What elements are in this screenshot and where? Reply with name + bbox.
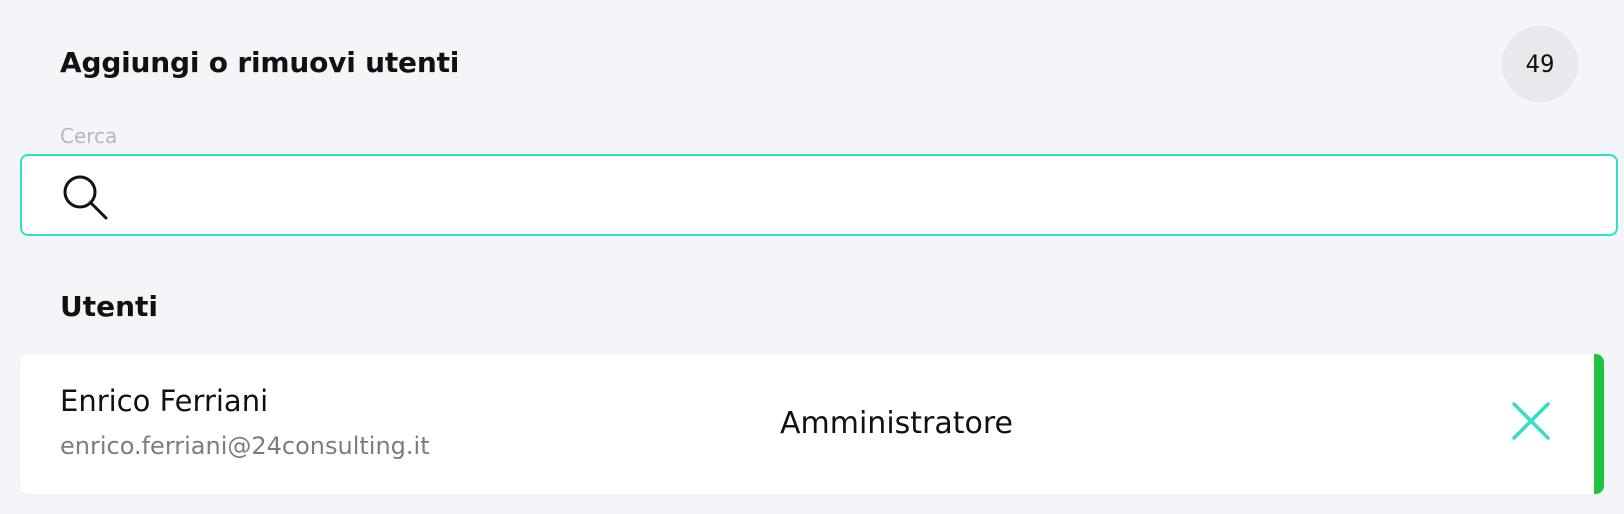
close-icon <box>1508 402 1554 448</box>
search-icon <box>60 172 112 224</box>
search-field[interactable] <box>20 154 1618 236</box>
user-count-badge: 49 <box>1502 26 1578 102</box>
user-list-item: Enrico Ferriani enrico.ferriani@24consul… <box>20 354 1604 494</box>
remove-user-button[interactable] <box>1508 398 1554 444</box>
search-input[interactable] <box>132 156 1606 236</box>
user-management-panel: Aggiungi o rimuovi utenti 49 Cerca Utent… <box>0 0 1624 514</box>
users-section-title: Utenti <box>60 290 159 323</box>
status-accent-bar <box>1594 354 1604 494</box>
user-email: enrico.ferriani@24consulting.it <box>60 432 430 460</box>
user-name: Enrico Ferriani <box>60 384 269 418</box>
search-label: Cerca <box>60 124 118 148</box>
user-role: Amministratore <box>780 406 1014 441</box>
page-title: Aggiungi o rimuovi utenti <box>60 46 460 79</box>
